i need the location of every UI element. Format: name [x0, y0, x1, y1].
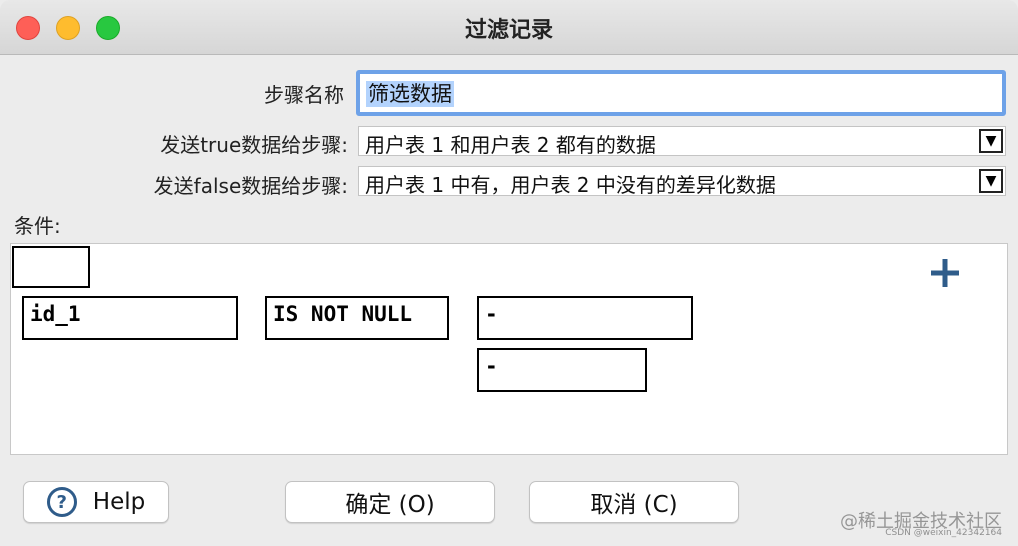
filter-rows-dialog: 过滤记录 步骤名称 筛选数据 发送true数据给步骤: 用户表 1 和用户表 2… — [0, 0, 1018, 546]
false-target-value: 用户表 1 中有，用户表 2 中没有的差异化数据 — [365, 173, 776, 196]
title-bar[interactable]: 过滤记录 — [0, 0, 1018, 55]
condition-value-1[interactable]: - — [477, 296, 693, 340]
step-name-value: 筛选数据 — [366, 81, 454, 107]
conditions-label: 条件: — [14, 214, 61, 238]
dropdown-arrow-icon[interactable]: ▼ — [979, 169, 1003, 193]
help-button-label: Help — [92, 489, 146, 515]
help-button[interactable]: ? Help — [23, 481, 169, 523]
step-name-label: 步骤名称 — [264, 83, 344, 107]
true-target-select[interactable]: 用户表 1 和用户表 2 都有的数据 ▼ — [358, 126, 1006, 156]
ok-button-label: 确定 (O) — [345, 492, 435, 518]
dropdown-arrow-icon[interactable]: ▼ — [979, 129, 1003, 153]
false-target-label: 发送false数据给步骤: — [153, 174, 348, 198]
true-target-label: 发送true数据给步骤: — [160, 133, 348, 157]
cancel-button[interactable]: 取消 (C) — [529, 481, 739, 523]
false-target-select[interactable]: 用户表 1 中有，用户表 2 中没有的差异化数据 ▼ — [358, 166, 1006, 196]
condition-field[interactable]: id_1 — [22, 296, 238, 340]
add-condition-plus-icon[interactable] — [928, 256, 962, 290]
question-circle-icon: ? — [46, 487, 77, 517]
step-name-input[interactable]: 筛选数据 — [356, 70, 1006, 116]
negate-toggle-box[interactable] — [12, 246, 90, 288]
watermark-sub: CSDN @weixin_42342164 — [885, 528, 1002, 538]
window-title: 过滤记录 — [464, 18, 553, 43]
condition-function[interactable]: IS NOT NULL — [265, 296, 449, 340]
ok-button[interactable]: 确定 (O) — [285, 481, 495, 523]
true-target-value: 用户表 1 和用户表 2 都有的数据 — [365, 133, 656, 156]
condition-value-2[interactable]: - — [477, 348, 647, 392]
cancel-button-label: 取消 (C) — [590, 492, 678, 518]
